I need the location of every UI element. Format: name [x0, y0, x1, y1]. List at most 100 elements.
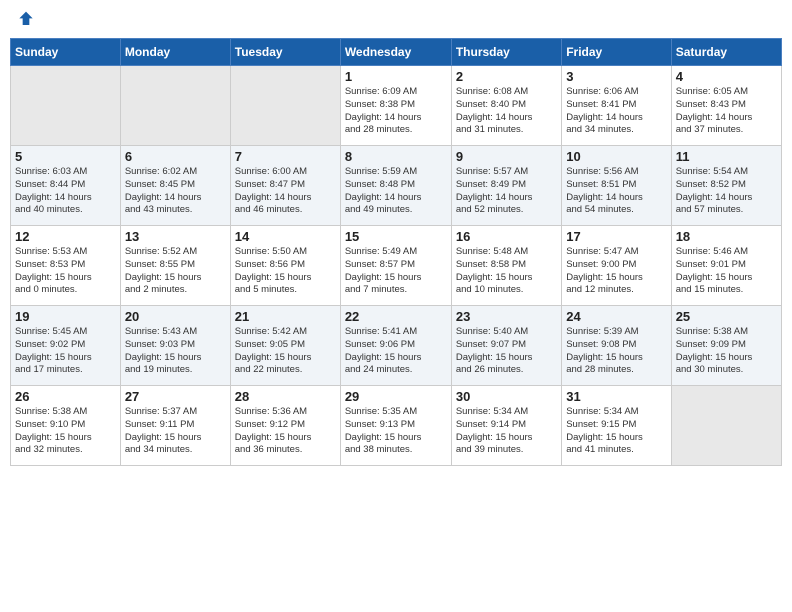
day-info: Sunrise: 5:35 AM Sunset: 9:13 PM Dayligh… [345, 406, 447, 457]
calendar-table: SundayMondayTuesdayWednesdayThursdayFrid… [10, 38, 782, 466]
calendar-cell [120, 66, 230, 146]
weekday-header-sunday: Sunday [11, 39, 121, 66]
calendar-cell: 7 Sunrise: 6:00 AM Sunset: 8:47 PM Daylig… [230, 146, 340, 226]
calendar-cell: 3 Sunrise: 6:06 AM Sunset: 8:41 PM Daylig… [562, 66, 671, 146]
weekday-header-friday: Friday [562, 39, 671, 66]
day-number: 26 [15, 389, 116, 404]
day-number: 14 [235, 229, 336, 244]
calendar-cell: 14 Sunrise: 5:50 AM Sunset: 8:56 PM Dayli… [230, 226, 340, 306]
calendar-cell: 6 Sunrise: 6:02 AM Sunset: 8:45 PM Daylig… [120, 146, 230, 226]
day-info: Sunrise: 5:53 AM Sunset: 8:53 PM Dayligh… [15, 246, 116, 297]
day-number: 31 [566, 389, 666, 404]
day-number: 28 [235, 389, 336, 404]
day-number: 27 [125, 389, 226, 404]
day-info: Sunrise: 5:38 AM Sunset: 9:09 PM Dayligh… [676, 326, 777, 377]
calendar-cell: 25 Sunrise: 5:38 AM Sunset: 9:09 PM Dayli… [671, 306, 781, 386]
calendar-cell: 12 Sunrise: 5:53 AM Sunset: 8:53 PM Dayli… [11, 226, 121, 306]
day-info: Sunrise: 6:06 AM Sunset: 8:41 PM Dayligh… [566, 86, 666, 137]
day-number: 9 [456, 149, 557, 164]
day-number: 7 [235, 149, 336, 164]
day-number: 13 [125, 229, 226, 244]
day-number: 3 [566, 69, 666, 84]
calendar-week-row: 5 Sunrise: 6:03 AM Sunset: 8:44 PM Daylig… [11, 146, 782, 226]
calendar-cell: 27Sunrise: 5:37 AM Sunset: 9:11 PM Dayli… [120, 386, 230, 466]
calendar-cell [671, 386, 781, 466]
day-info: Sunrise: 5:54 AM Sunset: 8:52 PM Dayligh… [676, 166, 777, 217]
weekday-header-wednesday: Wednesday [340, 39, 451, 66]
logo-icon [16, 10, 36, 30]
day-info: Sunrise: 5:34 AM Sunset: 9:15 PM Dayligh… [566, 406, 666, 457]
calendar-cell: 28 Sunrise: 5:36 AM Sunset: 9:12 PM Dayli… [230, 386, 340, 466]
day-info: Sunrise: 5:39 AM Sunset: 9:08 PM Dayligh… [566, 326, 666, 377]
calendar-week-row: 19 Sunrise: 5:45 AM Sunset: 9:02 PM Dayli… [11, 306, 782, 386]
calendar-cell: 10Sunrise: 5:56 AM Sunset: 8:51 PM Dayli… [562, 146, 671, 226]
day-info: Sunrise: 5:52 AM Sunset: 8:55 PM Dayligh… [125, 246, 226, 297]
day-info: Sunrise: 6:08 AM Sunset: 8:40 PM Dayligh… [456, 86, 557, 137]
calendar-week-row: 12 Sunrise: 5:53 AM Sunset: 8:53 PM Dayli… [11, 226, 782, 306]
day-info: Sunrise: 6:05 AM Sunset: 8:43 PM Dayligh… [676, 86, 777, 137]
day-info: Sunrise: 5:46 AM Sunset: 9:01 PM Dayligh… [676, 246, 777, 297]
calendar-cell: 21 Sunrise: 5:42 AM Sunset: 9:05 PM Dayli… [230, 306, 340, 386]
calendar-cell: 16 Sunrise: 5:48 AM Sunset: 8:58 PM Dayli… [451, 226, 561, 306]
day-info: Sunrise: 5:42 AM Sunset: 9:05 PM Dayligh… [235, 326, 336, 377]
day-number: 2 [456, 69, 557, 84]
calendar-cell [11, 66, 121, 146]
calendar-week-row: 26 Sunrise: 5:38 AM Sunset: 9:10 PM Dayli… [11, 386, 782, 466]
calendar-cell: 5 Sunrise: 6:03 AM Sunset: 8:44 PM Daylig… [11, 146, 121, 226]
calendar-cell: 2 Sunrise: 6:08 AM Sunset: 8:40 PM Daylig… [451, 66, 561, 146]
day-number: 20 [125, 309, 226, 324]
day-number: 15 [345, 229, 447, 244]
day-number: 30 [456, 389, 557, 404]
day-info: Sunrise: 5:36 AM Sunset: 9:12 PM Dayligh… [235, 406, 336, 457]
day-number: 12 [15, 229, 116, 244]
day-number: 25 [676, 309, 777, 324]
day-number: 24 [566, 309, 666, 324]
weekday-header-monday: Monday [120, 39, 230, 66]
day-info: Sunrise: 6:09 AM Sunset: 8:38 PM Dayligh… [345, 86, 447, 137]
calendar-cell: 19 Sunrise: 5:45 AM Sunset: 9:02 PM Dayli… [11, 306, 121, 386]
day-number: 10 [566, 149, 666, 164]
calendar-cell: 8 Sunrise: 5:59 AM Sunset: 8:48 PM Daylig… [340, 146, 451, 226]
calendar-cell: 23Sunrise: 5:40 AM Sunset: 9:07 PM Dayli… [451, 306, 561, 386]
weekday-header-tuesday: Tuesday [230, 39, 340, 66]
calendar-cell [230, 66, 340, 146]
day-number: 21 [235, 309, 336, 324]
day-number: 16 [456, 229, 557, 244]
day-info: Sunrise: 5:45 AM Sunset: 9:02 PM Dayligh… [15, 326, 116, 377]
day-info: Sunrise: 6:03 AM Sunset: 8:44 PM Dayligh… [15, 166, 116, 217]
calendar-cell: 4 Sunrise: 6:05 AM Sunset: 8:43 PM Daylig… [671, 66, 781, 146]
calendar-cell: 18 Sunrise: 5:46 AM Sunset: 9:01 PM Dayli… [671, 226, 781, 306]
calendar-cell: 29 Sunrise: 5:35 AM Sunset: 9:13 PM Dayli… [340, 386, 451, 466]
day-number: 8 [345, 149, 447, 164]
day-info: Sunrise: 5:40 AM Sunset: 9:07 PM Dayligh… [456, 326, 557, 377]
calendar-cell: 17 Sunrise: 5:47 AM Sunset: 9:00 PM Dayli… [562, 226, 671, 306]
day-info: Sunrise: 5:41 AM Sunset: 9:06 PM Dayligh… [345, 326, 447, 377]
day-number: 6 [125, 149, 226, 164]
day-number: 17 [566, 229, 666, 244]
day-number: 4 [676, 69, 777, 84]
day-info: Sunrise: 5:47 AM Sunset: 9:00 PM Dayligh… [566, 246, 666, 297]
calendar-cell: 11Sunrise: 5:54 AM Sunset: 8:52 PM Dayli… [671, 146, 781, 226]
weekday-header-row: SundayMondayTuesdayWednesdayThursdayFrid… [11, 39, 782, 66]
calendar-cell: 30 Sunrise: 5:34 AM Sunset: 9:14 PM Dayli… [451, 386, 561, 466]
day-info: Sunrise: 5:50 AM Sunset: 8:56 PM Dayligh… [235, 246, 336, 297]
calendar-week-row: 1 Sunrise: 6:09 AM Sunset: 8:38 PM Daylig… [11, 66, 782, 146]
day-number: 5 [15, 149, 116, 164]
day-number: 1 [345, 69, 447, 84]
calendar-cell: 31 Sunrise: 5:34 AM Sunset: 9:15 PM Dayli… [562, 386, 671, 466]
calendar-cell: 9 Sunrise: 5:57 AM Sunset: 8:49 PM Daylig… [451, 146, 561, 226]
calendar-cell: 1 Sunrise: 6:09 AM Sunset: 8:38 PM Daylig… [340, 66, 451, 146]
day-info: Sunrise: 5:57 AM Sunset: 8:49 PM Dayligh… [456, 166, 557, 217]
page-header [10, 10, 782, 30]
calendar-cell: 26 Sunrise: 5:38 AM Sunset: 9:10 PM Dayli… [11, 386, 121, 466]
day-info: Sunrise: 6:02 AM Sunset: 8:45 PM Dayligh… [125, 166, 226, 217]
day-info: Sunrise: 5:48 AM Sunset: 8:58 PM Dayligh… [456, 246, 557, 297]
day-info: Sunrise: 6:00 AM Sunset: 8:47 PM Dayligh… [235, 166, 336, 217]
day-info: Sunrise: 5:59 AM Sunset: 8:48 PM Dayligh… [345, 166, 447, 217]
day-number: 19 [15, 309, 116, 324]
calendar-cell: 13 Sunrise: 5:52 AM Sunset: 8:55 PM Dayli… [120, 226, 230, 306]
day-number: 29 [345, 389, 447, 404]
day-number: 18 [676, 229, 777, 244]
day-info: Sunrise: 5:38 AM Sunset: 9:10 PM Dayligh… [15, 406, 116, 457]
day-info: Sunrise: 5:34 AM Sunset: 9:14 PM Dayligh… [456, 406, 557, 457]
